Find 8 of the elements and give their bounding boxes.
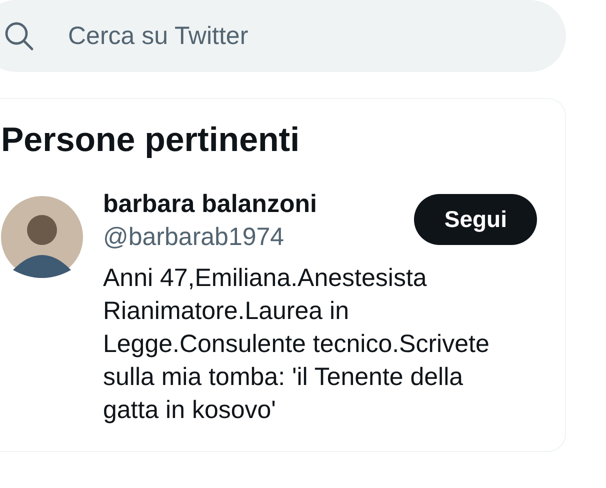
avatar[interactable]	[1, 196, 83, 278]
user-handle[interactable]: @barbarab1974	[103, 223, 317, 252]
user-name[interactable]: barbara balanzoni	[103, 190, 317, 219]
user-bio: Anni 47,Emiliana.Anestesista Rianimatore.Laurea in Legge.Consulente tecnico.Scrivete sulla mia tomba: 'il Tenente della gatta in kosovo'	[103, 263, 490, 426]
search-icon	[4, 21, 34, 51]
search-field[interactable]: Cerca su Twitter	[0, 0, 566, 72]
section-title: Persone pertinenti	[1, 121, 301, 160]
follow-button[interactable]: Segui	[414, 194, 537, 245]
